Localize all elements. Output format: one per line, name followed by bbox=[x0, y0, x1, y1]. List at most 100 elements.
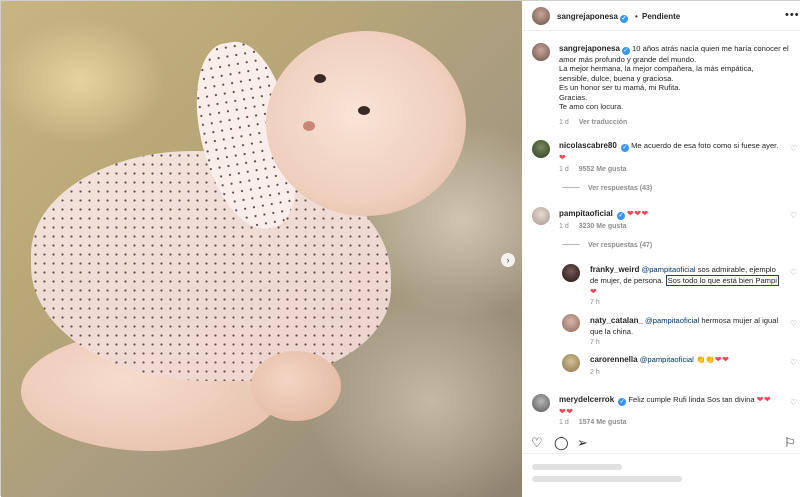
heart-emoji: ❤ bbox=[559, 153, 567, 162]
replies-divider bbox=[562, 187, 580, 188]
photo-baby-eye-right bbox=[358, 106, 370, 115]
reply-text: sos admirable, ejemplo bbox=[697, 265, 776, 274]
post-author-username[interactable]: sangrejaponesa ✓ bbox=[557, 12, 628, 23]
comment-username[interactable]: merydelcerrok bbox=[559, 395, 614, 404]
comment-time[interactable]: 1 d bbox=[559, 223, 569, 230]
translate-link[interactable]: Ver traducción bbox=[579, 119, 628, 126]
avatar[interactable] bbox=[532, 140, 550, 158]
reply: franky_weird @pampitaoficial sos admirab… bbox=[590, 264, 790, 297]
comment-likes[interactable]: 1574 Me gusta bbox=[579, 419, 627, 426]
comment-text: Feliz cumple Rufi linda Sos tan divina bbox=[628, 395, 755, 404]
avatar[interactable] bbox=[532, 7, 550, 25]
avatar[interactable] bbox=[532, 394, 550, 412]
reply-username[interactable]: carorennella bbox=[590, 355, 638, 364]
caption-line: La mejor hermana, la mejor compañera, la… bbox=[559, 64, 754, 74]
clap-emoji: 👏👏 bbox=[695, 355, 715, 364]
next-image-icon[interactable]: › bbox=[501, 253, 515, 267]
caption-line: sensible, dulce, buena y graciosa. bbox=[559, 73, 674, 83]
comment-time[interactable]: 1 d bbox=[559, 166, 569, 173]
reply-username[interactable]: franky_weird bbox=[590, 265, 639, 274]
reply-mention[interactable]: @pampitaoficial bbox=[640, 355, 694, 364]
post-header: sangrejaponesa ✓ • Pendiente ••• bbox=[522, 1, 800, 31]
heart-emoji: ❤❤❤ bbox=[627, 209, 649, 218]
comment-time[interactable]: 1 d bbox=[559, 419, 569, 426]
post-photo[interactable]: › bbox=[1, 1, 522, 497]
reply-mention[interactable]: @pampitaoficial bbox=[645, 316, 699, 325]
like-comment-icon[interactable]: ♡ bbox=[790, 144, 797, 153]
verified-icon: ✓ bbox=[621, 47, 630, 55]
caption-line: amor más profundo y grande del mundo. bbox=[559, 55, 697, 64]
comment-username[interactable]: pampitaoficial bbox=[559, 209, 613, 218]
comments-panel: sangrejaponesa ✓ • Pendiente ••• sangreja… bbox=[522, 1, 800, 497]
comment-username[interactable]: nicolascabre80 bbox=[559, 141, 617, 150]
comment: nicolascabre80 ✓ Me acuerdo de esa foto … bbox=[559, 140, 784, 163]
comment-icon[interactable]: ◯ bbox=[554, 435, 569, 451]
comment: merydelcerrok ✓ Feliz cumple Rufi linda … bbox=[559, 394, 789, 417]
more-options-icon[interactable]: ••• bbox=[785, 9, 800, 21]
comment-meta: 1 d 9552 Me gusta bbox=[559, 166, 627, 173]
like-comment-icon[interactable]: ♡ bbox=[790, 398, 797, 407]
replies-divider bbox=[562, 244, 580, 245]
reply-text: hermosa mujer al igual bbox=[701, 316, 779, 325]
reply: naty_catalan_ @pampitaoficial hermosa mu… bbox=[590, 315, 790, 337]
like-comment-icon[interactable]: ♡ bbox=[790, 211, 797, 220]
reply-meta: 7 h bbox=[590, 299, 608, 306]
highlighted-text: Sos todo lo que está bien Pampi bbox=[665, 275, 779, 286]
heart-emoji: ❤❤ bbox=[559, 407, 574, 416]
avatar[interactable] bbox=[562, 354, 580, 372]
view-replies-button[interactable]: Ver respuestas (43) bbox=[562, 185, 652, 192]
like-comment-icon[interactable]: ♡ bbox=[790, 319, 797, 328]
avatar[interactable] bbox=[532, 43, 550, 61]
comment: pampitaoficial ✓ ❤❤❤ bbox=[559, 208, 649, 220]
save-icon[interactable]: ⚐ bbox=[784, 435, 796, 451]
photo-baby-eye-left bbox=[314, 74, 326, 83]
heart-emoji: ❤❤ bbox=[714, 355, 730, 364]
verified-icon: ✓ bbox=[616, 212, 625, 220]
verified-icon: ✓ bbox=[619, 15, 628, 23]
reply-mention[interactable]: @pampitaoficial bbox=[641, 265, 695, 274]
blurred-text bbox=[532, 476, 682, 482]
follow-status-button[interactable]: Pendiente bbox=[642, 12, 680, 21]
caption-line: Te amo con locura. bbox=[559, 102, 624, 112]
reply-time[interactable]: 2 h bbox=[590, 369, 600, 376]
heart-emoji: ❤❤ bbox=[756, 395, 772, 404]
verified-icon: ✓ bbox=[618, 398, 627, 406]
caption-line: 10 años atrás nacía quien me haría conoc… bbox=[632, 44, 789, 53]
comment-likes[interactable]: 9552 Me gusta bbox=[579, 166, 627, 173]
view-replies-button[interactable]: Ver respuestas (47) bbox=[562, 242, 652, 249]
comment-likes[interactable]: 3230 Me gusta bbox=[579, 223, 627, 230]
comment-text: Me acuerdo de esa foto como si fuese aye… bbox=[631, 141, 779, 150]
comments-list[interactable]: sangrejaponesa ✓ 10 años atrás nacía quie… bbox=[522, 31, 800, 431]
share-icon[interactable]: ➢ bbox=[577, 435, 588, 451]
separator-dot: • bbox=[635, 12, 638, 21]
photo-baby-mouth bbox=[303, 121, 315, 131]
like-icon[interactable]: ♡ bbox=[531, 435, 543, 451]
caption-line: Es un honor ser tu mamá, mi Rufita. bbox=[559, 83, 681, 93]
caption-username[interactable]: sangrejaponesa bbox=[559, 44, 620, 53]
photo-baby-hand bbox=[251, 351, 341, 421]
reply: carorennella @pampitaoficial 👏👏❤❤ bbox=[590, 354, 790, 365]
comment-meta: 1 d 3230 Me gusta bbox=[559, 223, 627, 230]
reply-username[interactable]: naty_catalan_ bbox=[590, 316, 643, 325]
like-comment-icon[interactable]: ♡ bbox=[790, 268, 797, 277]
comment-meta: 1 d 1574 Me gusta bbox=[559, 419, 627, 426]
reply-time[interactable]: 7 h bbox=[590, 339, 600, 346]
post-caption: sangrejaponesa ✓ 10 años atrás nacía quie… bbox=[559, 44, 791, 111]
reply-time[interactable]: 7 h bbox=[590, 299, 600, 306]
reply-text: que la china. bbox=[590, 327, 634, 336]
verified-icon: ✓ bbox=[620, 144, 629, 152]
avatar[interactable] bbox=[532, 207, 550, 225]
post-action-bar: ♡ ◯ ➢ ⚐ bbox=[522, 431, 800, 453]
reply-meta: 2 h bbox=[590, 369, 608, 376]
caption-line: Gracias. bbox=[559, 92, 588, 102]
reply-meta: 7 h bbox=[590, 339, 608, 346]
like-comment-icon[interactable]: ♡ bbox=[790, 358, 797, 367]
heart-emoji: ❤ bbox=[590, 287, 598, 296]
reply-text: de mujer, de persona. bbox=[590, 276, 664, 285]
blurred-text bbox=[532, 464, 622, 470]
avatar[interactable] bbox=[562, 314, 580, 332]
caption-meta: 1 d Ver traducción bbox=[559, 119, 627, 126]
blurred-footer bbox=[522, 453, 800, 497]
caption-time[interactable]: 1 d bbox=[559, 119, 569, 126]
avatar[interactable] bbox=[562, 264, 580, 282]
